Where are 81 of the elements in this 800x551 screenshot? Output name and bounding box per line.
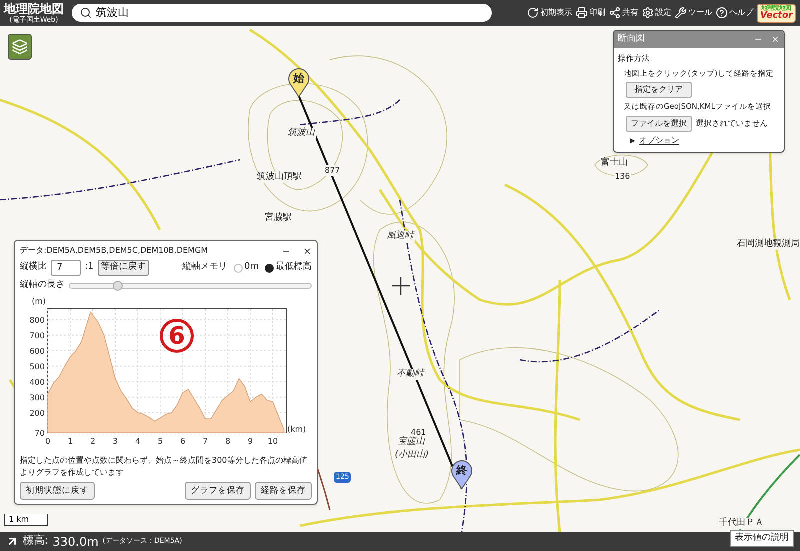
value-help-button[interactable]: 表示値の説明 [730, 530, 794, 548]
map-label: 富士山 [600, 158, 629, 169]
x-tick-label: 2 [90, 436, 96, 446]
axis-memory-label: 縦軸メモリ [182, 261, 228, 274]
elevation-value: 330.0m [52, 534, 99, 550]
y-tick-label: 800 [30, 315, 45, 324]
data-source-title: データ:DEM5A,DEM5B,DEM5C,DEM10B,DEMGM [20, 245, 210, 257]
toolbar-button[interactable]: ヘルプ [716, 7, 754, 19]
elevation-label: 標高: [23, 533, 49, 550]
map-label: 宮脇駅 [264, 213, 293, 224]
x-tick-label: 10 [268, 436, 278, 446]
scale-bar: 1 km [4, 514, 48, 526]
y-axis-label: (m) [32, 296, 46, 306]
x-axis-label: (km) [288, 424, 306, 434]
layers-button[interactable] [8, 34, 32, 60]
x-tick-label: 3 [112, 436, 118, 446]
map-label: 石岡測地観測局 [736, 239, 800, 250]
y-tick-label: 600 [30, 346, 45, 356]
slider-track[interactable] [69, 282, 312, 289]
map-pin[interactable]: 終 [451, 460, 473, 490]
search-field[interactable]: 筑波山 [72, 4, 492, 22]
layers-icon [12, 39, 28, 55]
x-tick-label: 5 [158, 436, 164, 446]
panel-button[interactable]: 経路を保存 [255, 482, 312, 500]
panel-button[interactable]: 初期状態に戻す [20, 482, 95, 500]
map-label: (小田山) [394, 450, 430, 461]
y-tick-label: 200 [30, 408, 45, 418]
x-tick-label: 9 [248, 436, 254, 446]
map-label: 461 [410, 427, 428, 438]
x-tick-label: 1 [68, 436, 74, 446]
search-icon [80, 7, 92, 19]
printer-icon [576, 7, 588, 19]
toolbar-button[interactable]: ツール [675, 7, 712, 19]
map-label: 136 [614, 171, 632, 182]
close-icon[interactable] [303, 246, 312, 256]
y-tick-label: 500 [30, 362, 45, 371]
map-label: 877 [324, 165, 342, 176]
map-label: 風返峠 [386, 231, 415, 242]
y-tick-label: 400 [30, 377, 45, 386]
radio-option[interactable]: 最低標高 [265, 261, 312, 275]
app-title: 地理院地図 [4, 2, 64, 16]
toolbar-button[interactable]: 設定 [642, 7, 672, 19]
ratio-input[interactable]: 7 [51, 260, 81, 276]
map-pin[interactable]: 始 [288, 68, 310, 98]
y-tick-label: 70 [34, 428, 45, 438]
wrench-icon [675, 7, 688, 19]
file-select-button[interactable]: ファイルを選択 [626, 116, 692, 132]
map-label: 宝篋山 [397, 437, 426, 448]
options-link[interactable]: オプション [639, 134, 680, 146]
map-label: 筑波山頂駅 [256, 172, 303, 183]
toolbar-button[interactable]: 初期表示 [527, 7, 572, 19]
x-tick-label: 6 [180, 436, 186, 446]
slider-thumb[interactable] [113, 280, 124, 291]
toolbar-button[interactable]: 共有 [609, 7, 638, 19]
panel-title: 断面図 [618, 32, 646, 46]
settings-icon [642, 7, 654, 19]
refresh-icon [527, 7, 540, 19]
file-status: 選択されていません [696, 118, 768, 130]
radio-option[interactable]: 0m [234, 261, 259, 275]
instructions-heading: 操作方法 [618, 53, 650, 65]
map-label: 不動峠 [396, 369, 425, 380]
arrow-icon [6, 535, 19, 548]
ratio-label: 縦横比 [20, 261, 47, 274]
help-icon [716, 7, 728, 19]
x-tick-label: 8 [225, 436, 231, 446]
x-tick-label: 0 [45, 436, 51, 446]
x-tick-label: 4 [135, 436, 141, 446]
panel-button[interactable]: グラフを保存 [185, 482, 251, 500]
ratio-suffix: :1 [85, 261, 94, 274]
share-icon [609, 7, 622, 19]
map-label: 千代田ＰＡ [718, 518, 765, 529]
map-label: 筑波山 [287, 128, 316, 139]
toolbar-button[interactable]: 印刷 [576, 7, 606, 19]
axis-length-label: 縦軸の長さ [20, 279, 65, 292]
clear-button[interactable]: 指定をクリア [626, 82, 692, 98]
x-tick-label: 7 [202, 436, 208, 446]
reset-ratio-button[interactable]: 等倍に戻す [98, 260, 149, 276]
y-tick-label: 700 [30, 330, 45, 340]
annotation-number: 6 [160, 318, 194, 352]
chart-note: 指定した点の位置や点数に関わらず、始点～終点間を300等分した各点の標高値よりグラフを作成しています [20, 454, 308, 478]
y-tick-label: 300 [30, 392, 45, 402]
